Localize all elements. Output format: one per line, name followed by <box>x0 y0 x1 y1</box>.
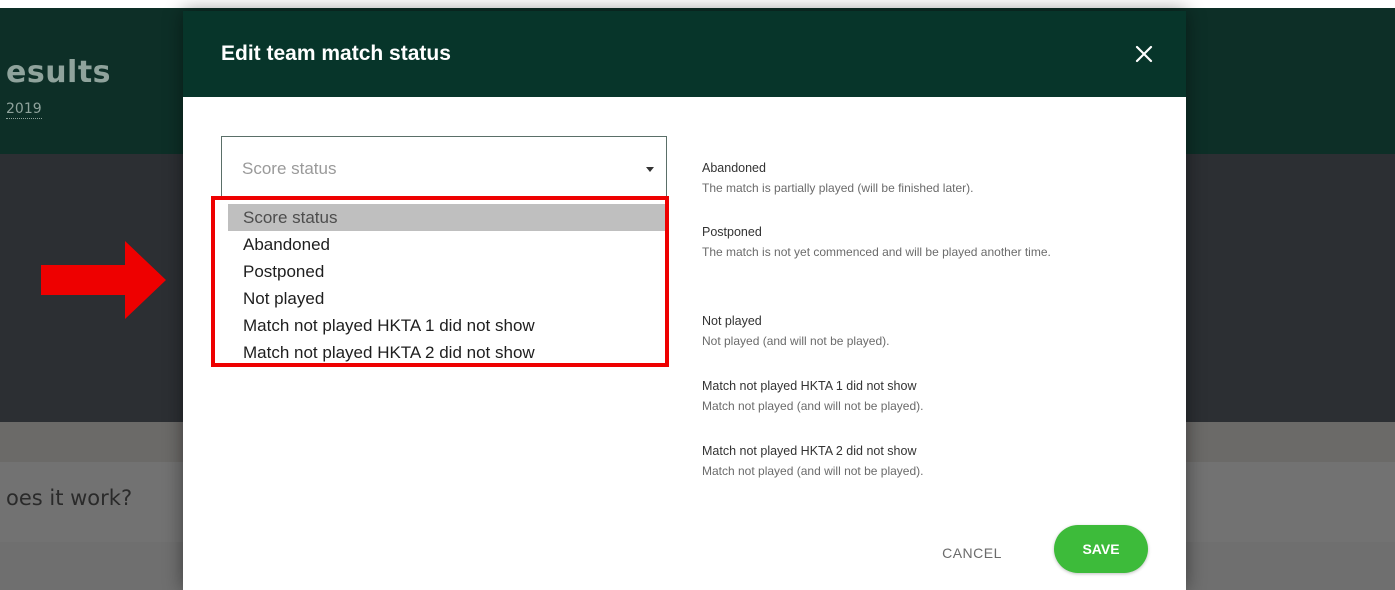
page-title: esults <box>6 55 112 90</box>
select-placeholder: Score status <box>242 159 337 178</box>
description-hkta1-no-show: Match not played HKTA 1 did not show Mat… <box>702 378 1132 417</box>
description-title: Not played <box>702 314 762 328</box>
cancel-button[interactable]: CANCEL <box>929 538 1015 568</box>
edit-status-modal: Edit team match status Score status Scor… <box>183 11 1186 590</box>
description-postponed: Postponed The match is not yet commenced… <box>702 224 1132 263</box>
score-status-select[interactable]: Score status <box>221 136 667 200</box>
description-title: Postponed <box>702 225 762 239</box>
close-button[interactable] <box>1123 33 1165 75</box>
description-title: Match not played HKTA 2 did not show <box>702 444 917 458</box>
description-title: Abandoned <box>702 161 766 175</box>
description-not-played: Not played Not played (and will not be p… <box>702 313 1132 352</box>
modal-header: Edit team match status <box>183 11 1186 97</box>
description-text: The match is not yet commenced and will … <box>702 245 1051 259</box>
close-icon <box>1135 45 1153 63</box>
save-button[interactable]: SAVE <box>1054 525 1148 573</box>
faq-question[interactable]: oes it work? <box>6 486 132 510</box>
red-arrow-annotation <box>41 241 166 319</box>
description-text: Not played (and will not be played). <box>702 334 890 348</box>
caret-down-icon <box>646 167 654 172</box>
description-hkta2-no-show: Match not played HKTA 2 did not show Mat… <box>702 443 1132 482</box>
description-title: Match not played HKTA 1 did not show <box>702 379 917 393</box>
modal-title: Edit team match status <box>221 42 451 65</box>
description-text: The match is partially played (will be f… <box>702 181 974 195</box>
description-text: Match not played (and will not be played… <box>702 464 924 478</box>
description-text: Match not played (and will not be played… <box>702 399 924 413</box>
page-date-link[interactable]: 2019 <box>6 101 42 119</box>
red-highlight-annotation <box>211 196 669 367</box>
description-abandoned: Abandoned The match is partially played … <box>702 160 1132 199</box>
